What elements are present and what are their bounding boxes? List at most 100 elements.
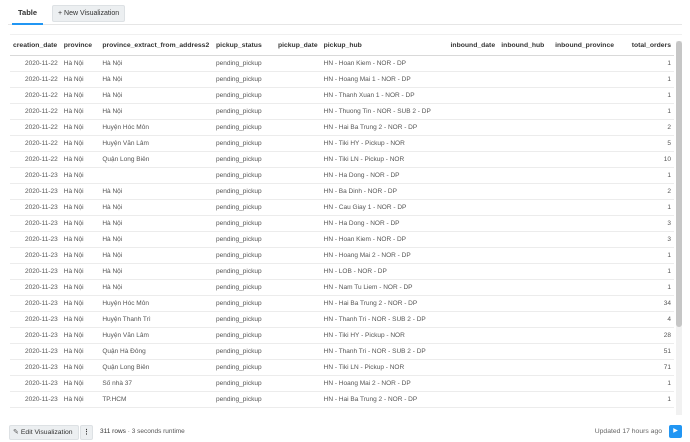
updated-timestamp: Updated 17 hours ago — [594, 428, 662, 435]
cell-inbound-province — [552, 151, 623, 168]
cell-inbound-hub — [498, 87, 553, 104]
cell-total-orders: 4 — [622, 311, 674, 328]
cell-province-extract-from-address2: Hà Nội — [99, 199, 214, 216]
cell-pickup-status: pending_pickup — [213, 391, 275, 408]
cell-inbound-date — [447, 263, 499, 280]
cell-province-extract-from-address2: Quận Hà Đông — [99, 343, 214, 360]
table-row: 2020-11-23 Hà Nội pending_pickup HN - Ha Do… — [10, 167, 674, 184]
column-header-inbound-date[interactable]: inbound_date — [447, 35, 499, 56]
cell-province: Hà Nội — [60, 151, 100, 168]
cell-inbound-hub — [498, 199, 553, 216]
cell-province-extract-from-address2: Hà Nội — [99, 279, 214, 296]
cell-inbound-hub — [498, 247, 553, 264]
cell-creation-date: 2020-11-23 — [10, 391, 61, 408]
visualization-tabs: Table + New Visualization — [8, 0, 682, 25]
cell-pickup-hub: HN - Thanh Tri - NOR - SUB 2 - DP — [320, 343, 448, 360]
cell-total-orders: 2 — [622, 183, 674, 200]
table-row: 2020-11-22 Hà Nội Hà Nội pending_pickup HN -… — [10, 55, 674, 72]
cell-province: Hà Nội — [60, 295, 100, 312]
cell-total-orders: 1 — [622, 167, 674, 184]
cell-inbound-province — [552, 295, 623, 312]
cell-pickup-hub: HN - Hoang Mai 1 - NOR - DP — [320, 71, 448, 88]
column-header-province[interactable]: province — [60, 35, 100, 56]
column-header-inbound-province[interactable]: inbound_province — [552, 35, 623, 56]
column-header-pickup-date[interactable]: pickup_date — [274, 35, 321, 56]
cell-total-orders: 28 — [622, 327, 674, 344]
cell-pickup-date — [274, 295, 321, 312]
more-options-button[interactable]: ⋮ — [80, 425, 93, 440]
cell-creation-date: 2020-11-23 — [10, 199, 61, 216]
table-row: 2020-11-22 Hà Nội Hà Nội pending_pickup HN -… — [10, 71, 674, 88]
table-row: 2020-11-22 Hà Nội Quận Long Biên pending_pi… — [10, 151, 674, 168]
cell-province: Hà Nội — [60, 279, 100, 296]
cell-inbound-hub — [498, 215, 553, 232]
cell-pickup-date — [274, 247, 321, 264]
cell-province: Hà Nội — [60, 199, 100, 216]
cell-province-extract-from-address2: Huyện Thanh Trì — [99, 311, 214, 328]
cell-pickup-hub: HN - LOB - NOR - DP — [320, 263, 448, 280]
cell-pickup-date — [274, 215, 321, 232]
table-row: 2020-11-22 Hà Nội Huyện Văn Lâm pending_pic… — [10, 135, 674, 152]
cell-province-extract-from-address2: Hà Nội — [99, 103, 214, 120]
cell-inbound-date — [447, 295, 499, 312]
cell-province: Hà Nội — [60, 359, 100, 376]
cell-creation-date: 2020-11-22 — [10, 87, 61, 104]
cell-pickup-status: pending_pickup — [213, 311, 275, 328]
cell-creation-date: 2020-11-22 — [10, 151, 61, 168]
cell-creation-date: 2020-11-23 — [10, 263, 61, 280]
cell-pickup-date — [274, 55, 321, 72]
cell-total-orders: 1 — [622, 375, 674, 392]
cell-inbound-province — [552, 231, 623, 248]
new-visualization-button[interactable]: + New Visualization — [52, 5, 126, 22]
column-header-pickup-hub[interactable]: pickup_hub — [320, 35, 448, 56]
edit-visualization-button[interactable]: ✎ Edit Visualization — [9, 425, 79, 440]
cell-inbound-province — [552, 343, 623, 360]
cell-pickup-status: pending_pickup — [213, 199, 275, 216]
cell-inbound-hub — [498, 279, 553, 296]
cell-inbound-date — [447, 151, 499, 168]
column-header-total-orders[interactable]: total_orders — [622, 35, 674, 56]
results-panel: creation_date province province_extract_fr… — [10, 34, 682, 415]
column-header-inbound-hub[interactable]: inbound_hub — [498, 35, 553, 56]
cell-pickup-date — [274, 151, 321, 168]
cell-total-orders: 1 — [622, 247, 674, 264]
column-header-province-extract-from-address2[interactable]: province_extract_from_address2 — [99, 35, 214, 56]
cell-pickup-status: pending_pickup — [213, 263, 275, 280]
cell-total-orders: 71 — [622, 359, 674, 376]
cell-pickup-hub: HN - Tiki HY - Pickup - NOR — [320, 135, 448, 152]
cell-inbound-province — [552, 55, 623, 72]
cell-province-extract-from-address2: Hà Nội — [99, 71, 214, 88]
cell-province: Hà Nội — [60, 247, 100, 264]
cell-inbound-date — [447, 71, 499, 88]
cell-inbound-province — [552, 71, 623, 88]
cell-inbound-date — [447, 215, 499, 232]
table-row: 2020-11-22 Hà Nội Huyện Hóc Môn pending_pic… — [10, 119, 674, 136]
cell-pickup-date — [274, 311, 321, 328]
column-header-creation-date[interactable]: creation_date — [10, 35, 61, 56]
cell-province: Hà Nội — [60, 343, 100, 360]
column-header-pickup-status[interactable]: pickup_status — [213, 35, 275, 56]
refresh-button[interactable]: ▶ — [669, 425, 682, 438]
cell-total-orders: 51 — [622, 343, 674, 360]
cell-pickup-date — [274, 327, 321, 344]
table-row: 2020-11-23 Hà Nội Hà Nội pending_pickup HN -… — [10, 215, 674, 232]
tab-table[interactable]: Table — [12, 4, 44, 25]
cell-pickup-status: pending_pickup — [213, 167, 275, 184]
cell-inbound-hub — [498, 151, 553, 168]
cell-pickup-hub: HN - Hoang Mai 2 - NOR - DP — [320, 247, 448, 264]
table-row: 2020-11-23 Hà Nội Hà Nội pending_pickup HN -… — [10, 279, 674, 296]
cell-total-orders: 1 — [622, 55, 674, 72]
scrollbar-thumb[interactable] — [676, 41, 682, 327]
cell-total-orders: 3 — [622, 231, 674, 248]
cell-province-extract-from-address2: Huyện Văn Lâm — [99, 135, 214, 152]
cell-province-extract-from-address2: Quận Long Biên — [99, 151, 214, 168]
cell-inbound-date — [447, 279, 499, 296]
cell-pickup-hub: HN - Hai Ba Trung 2 - NOR - DP — [320, 391, 448, 408]
edit-visualization-label: Edit Visualization — [20, 429, 73, 436]
cell-inbound-date — [447, 167, 499, 184]
cell-province-extract-from-address2: Quận Long Biên — [99, 359, 214, 376]
cell-total-orders: 10 — [622, 151, 674, 168]
cell-inbound-province — [552, 327, 623, 344]
cell-creation-date: 2020-11-23 — [10, 183, 61, 200]
cell-pickup-hub: HN - Thuong Tin - NOR - SUB 2 - DP — [320, 103, 448, 120]
